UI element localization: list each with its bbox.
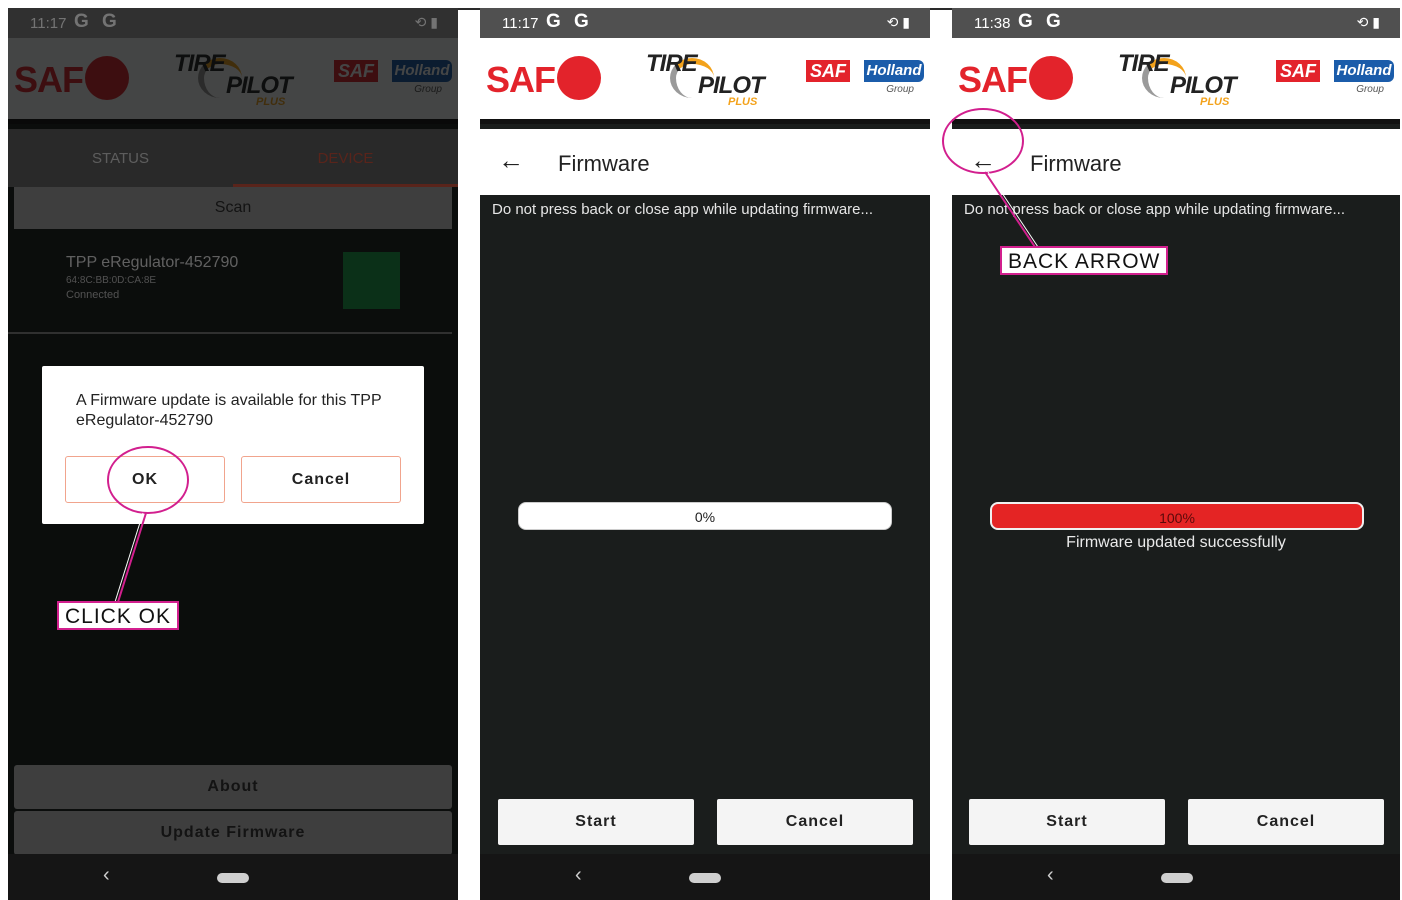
tab-bar: STATUS DEVICE [8, 129, 458, 187]
device-status-indicator [343, 252, 400, 309]
device-name: TPP eRegulator-452790 [66, 254, 239, 271]
tab-device[interactable]: DEVICE [233, 129, 458, 187]
chevron-left-icon[interactable]: ‹ [1047, 864, 1054, 887]
screen-firmware-complete: 11:38 G G ⟲ ▮ SAF TIRE PILOT PLUS SAF Ho… [952, 8, 1400, 900]
tire-pilot-logo: TIRE PILOT PLUS [174, 50, 293, 108]
system-nav-bar: ‹ [480, 854, 930, 900]
arrow-left-icon[interactable]: ← [970, 147, 996, 173]
status-time: 11:17 [30, 15, 67, 32]
app-header: SAF TIRE PILOT PLUS SAF Holland Group [952, 38, 1400, 124]
progress-bar: 100% [990, 502, 1364, 530]
title-bar: ← Firmware [952, 129, 1400, 195]
saf-holland-logo: SAF Holland Group [1276, 60, 1394, 100]
chevron-left-icon[interactable]: ‹ [103, 864, 110, 887]
tab-status[interactable]: STATUS [8, 129, 233, 187]
success-message: Firmware updated successfully [1066, 534, 1286, 551]
status-time: 11:38 [974, 15, 1011, 32]
device-list-item[interactable]: TPP eRegulator-452790 64:8C:BB:0D:CA:8E … [66, 254, 238, 301]
screen-firmware-start: 11:17 G G ⟲ ▮ SAF TIRE PILOT PLUS SAF Ho… [480, 8, 930, 900]
cancel-button[interactable]: Cancel [717, 799, 913, 845]
home-pill-icon[interactable] [217, 873, 249, 883]
chevron-left-icon[interactable]: ‹ [575, 864, 582, 887]
start-button[interactable]: Start [498, 799, 694, 845]
saf-holland-logo: SAF Holland Group [806, 60, 924, 100]
status-bar: 11:17 G G ⟲ ▮ [8, 8, 458, 38]
battery-icon: ▮ [430, 14, 438, 30]
cancel-button[interactable]: Cancel [1188, 799, 1384, 845]
scan-button[interactable]: Scan [14, 187, 452, 229]
progress-bar: 0% [518, 502, 892, 530]
arrow-left-icon[interactable]: ← [498, 147, 524, 173]
update-firmware-button[interactable]: Update Firmware [14, 811, 452, 855]
saf-logo: SAF [486, 56, 601, 101]
home-pill-icon[interactable] [1161, 873, 1193, 883]
battery-icon: ▮ [1372, 14, 1380, 30]
saf-holland-logo: SAF Holland Group [334, 60, 452, 100]
start-button[interactable]: Start [969, 799, 1165, 845]
page-title: Firmware [558, 151, 650, 176]
status-bar: 11:38 G G ⟲ ▮ [952, 8, 1400, 38]
status-time: 11:17 [502, 15, 539, 32]
device-mac: 64:8C:BB:0D:CA:8E [66, 275, 157, 286]
sync-icon: ⟲ [414, 14, 427, 30]
saf-logo: SAF [958, 56, 1073, 101]
sync-icon: ⟲ [1356, 14, 1369, 30]
ok-button[interactable]: OK [65, 456, 225, 503]
cancel-button[interactable]: Cancel [241, 456, 401, 503]
back-arrow-callout: BACK ARROW [1000, 246, 1169, 275]
google-icons: G G [546, 11, 593, 32]
device-state: Connected [66, 289, 120, 301]
page-title: Firmware [1030, 151, 1122, 176]
tire-pilot-logo: TIRE PILOT PLUS [1118, 50, 1237, 108]
warning-text: Do not press back or close app while upd… [492, 201, 874, 218]
home-pill-icon[interactable] [689, 873, 721, 883]
app-header: SAF TIRE PILOT PLUS SAF Holland Group [480, 38, 930, 124]
tire-pilot-logo: TIRE PILOT PLUS [646, 50, 765, 108]
status-bar: 11:17 G G ⟲ ▮ [480, 8, 930, 38]
screen-device-list: 11:17 G G ⟲ ▮ SAF TIRE PILOT PLUS SAF Ho… [8, 8, 458, 900]
click-ok-callout: CLICK OK [57, 601, 180, 630]
firmware-dialog: A Firmware update is available for this … [42, 366, 424, 524]
warning-text: Do not press back or close app while upd… [964, 201, 1346, 218]
battery-icon: ▮ [902, 14, 910, 30]
about-button[interactable]: About [14, 765, 452, 809]
dialog-message: A Firmware update is available for this … [76, 392, 382, 429]
system-nav-bar: ‹ [8, 854, 458, 900]
sync-icon: ⟲ [886, 14, 899, 30]
app-header: SAF TIRE PILOT PLUS SAF Holland Group [8, 38, 458, 124]
google-icons: G G [1018, 11, 1065, 32]
saf-logo: SAF [14, 56, 129, 101]
divider [8, 332, 452, 334]
google-icons: G G [74, 11, 121, 32]
system-nav-bar: ‹ [952, 854, 1400, 900]
title-bar: ← Firmware [480, 129, 930, 195]
